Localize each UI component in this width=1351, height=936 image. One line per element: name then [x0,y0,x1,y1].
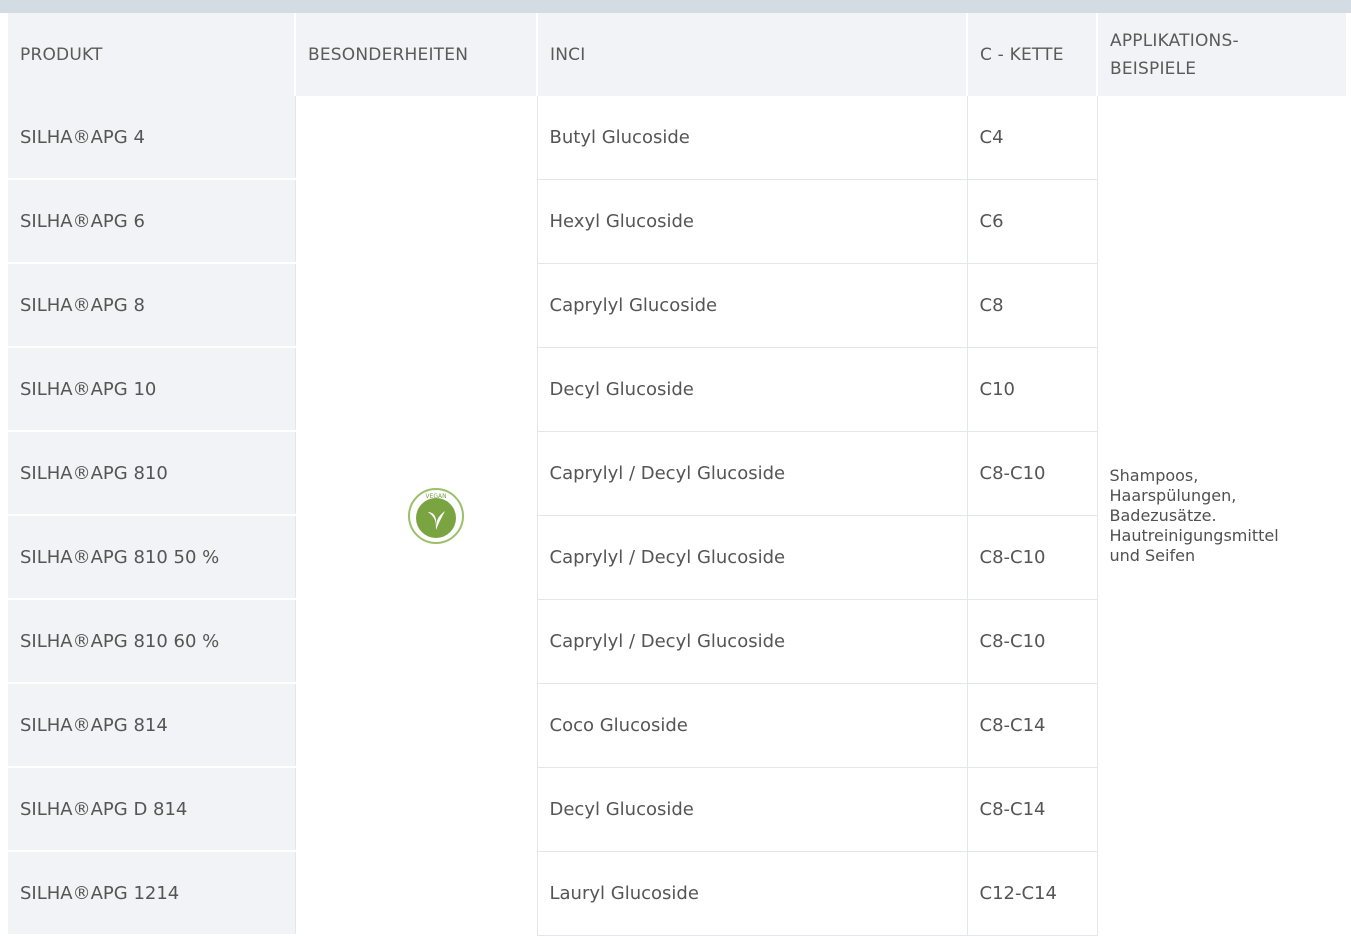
inci-cell: Butyl Glucoside [537,96,968,180]
top-bar [0,0,1351,13]
header-applikation-line2: BEISPIELE [1110,58,1197,79]
produkt-cell: SILHA®APG D 814 [8,767,295,852]
inci-cell: Caprylyl / Decyl Glucoside [537,599,968,684]
applikation-line: Shampoos, [1109,465,1199,485]
inci-cell: Lauryl Glucoside [537,851,968,936]
applikation-line: Badezusätze. [1109,505,1217,525]
header-inci: INCI [537,13,968,96]
kette-cell: C8-C14 [967,683,1098,768]
applikation-line: Haarspülungen, [1109,485,1237,505]
header-applikation-line1: APPLIKATIONS- [1110,30,1239,51]
besonderheiten-cell: VEGAN [294,96,538,935]
inci-cell: Hexyl Glucoside [537,179,968,264]
kette-cell: C12-C14 [967,851,1098,936]
header-row: PRODUKT BESONDERHEITEN INCI C - KETTE AP… [8,13,1346,96]
kette-cell: C8-C10 [967,515,1098,600]
produkt-cell: SILHA®APG 1214 [8,851,295,936]
produkt-cell: SILHA®APG 10 [8,347,295,432]
header-c-kette: C - KETTE [967,13,1098,96]
kette-cell: C8 [967,263,1098,348]
inci-cell: Caprylyl / Decyl Glucoside [537,431,968,516]
produkt-cell: SILHA®APG 810 60 % [8,599,295,684]
inci-cell: Coco Glucoside [537,683,968,768]
kette-cell: C6 [967,179,1098,264]
produkt-cell: SILHA®APG 6 [8,179,295,264]
product-table: PRODUKT BESONDERHEITEN INCI C - KETTE AP… [8,13,1346,936]
table-header: PRODUKT BESONDERHEITEN INCI C - KETTE AP… [8,13,1346,96]
vegan-badge-text: VEGAN [425,493,446,500]
inci-cell: Caprylyl / Decyl Glucoside [537,515,968,600]
inci-cell: Decyl Glucoside [537,347,968,432]
produkt-cell: SILHA®APG 4 [8,96,295,180]
inci-cell: Caprylyl Glucoside [537,263,968,348]
kette-cell: C8-C10 [967,431,1098,516]
kette-cell: C4 [967,96,1098,180]
vegan-badge-icon: VEGAN [406,486,466,546]
applikation-cell: Shampoos, Haarspülungen, Badezusätze. Ha… [1097,96,1346,935]
produkt-cell: SILHA®APG 8 [8,263,295,348]
kette-cell: C10 [967,347,1098,432]
applikation-line: und Seifen [1109,545,1196,565]
kette-cell: C8-C10 [967,599,1098,684]
produkt-cell: SILHA®APG 814 [8,683,295,768]
header-besonderheiten: BESONDERHEITEN [295,13,538,96]
inci-cell: Decyl Glucoside [537,767,968,852]
table-body: SILHA®APG 4 VEGAN Butyl Glucoside C4 Sha… [8,96,1346,936]
produkt-cell: SILHA®APG 810 [8,431,295,516]
header-produkt: PRODUKT [8,13,296,96]
kette-cell: C8-C14 [967,767,1098,852]
applikation-line: Hautreinigungsmittel [1109,525,1279,545]
header-applikation: APPLIKATIONS- BEISPIELE [1097,13,1346,96]
produkt-cell: SILHA®APG 810 50 % [8,515,295,600]
table-row: SILHA®APG 4 VEGAN Butyl Glucoside C4 Sha… [8,96,1346,935]
